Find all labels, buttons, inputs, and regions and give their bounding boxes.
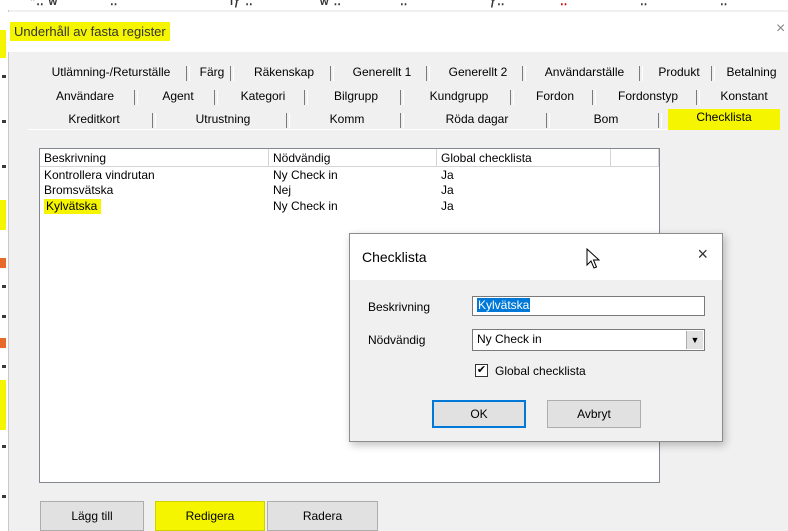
delete-button[interactable]: Radera [267,501,378,531]
highlighted-text: Kylvätska [44,199,102,214]
global-checklist-checkbox[interactable]: ✔ [475,364,488,377]
table-row[interactable]: Kontrollera vindrutan Ny Check in Ja [40,168,659,183]
tab-utlamning[interactable]: Utlämning-/Returställe [32,64,190,82]
table-row[interactable]: Bromsvätska Nej Ja [40,183,659,198]
tab-rakenskap[interactable]: Räkenskap [234,64,334,82]
description-label: Beskrivning [368,300,431,314]
tab-checklista[interactable]: Checklista [668,109,780,130]
tab-agent[interactable]: Agent [138,88,218,106]
edge-marker [2,165,6,168]
cell-global: Ja [441,168,454,182]
required-label: Nödvändig [368,333,426,347]
edge-marker [2,285,6,288]
tab-farg[interactable]: Färg [190,64,234,82]
column-header-nodvandig[interactable]: Nödvändig [269,149,437,167]
tab-anvandarstalle[interactable]: Användarställe [526,64,643,82]
edge-marker [0,258,6,268]
dialog-close-icon[interactable]: × [697,244,708,265]
tab-komm[interactable]: Komm [290,111,404,129]
checklista-dialog: Checklista × Beskrivning Kylvätska Nödvä… [349,233,723,442]
mouse-cursor-icon [586,248,600,269]
cell-nodvandig: Ny Check in [273,199,338,213]
tab-fordonstyp[interactable]: Fordonstyp [596,88,700,106]
tab-generellt-2[interactable]: Generellt 2 [430,64,526,82]
edge-marker [2,75,6,78]
tab-produkt[interactable]: Produkt [643,64,715,82]
tab-fordon[interactable]: Fordon [514,88,596,106]
description-input[interactable]: Kylvätska [472,296,705,316]
cell-nodvandig: Ny Check in [273,168,338,182]
edge-highlight [0,380,6,430]
cell-beskrivning: Kontrollera vindrutan [44,168,155,182]
edge-highlight [0,200,6,230]
window-close-icon[interactable]: × [776,20,785,38]
cell-nodvandig: Nej [273,183,292,197]
tab-bilgrupp[interactable]: Bilgrupp [308,88,404,106]
column-header-beskrivning[interactable]: Beskrivning [40,149,269,167]
required-select[interactable]: Ny Check in ▼ [472,329,705,351]
ok-button[interactable]: OK [432,400,526,428]
tab-utrustning[interactable]: Utrustning [156,111,290,129]
tab-kundgrupp[interactable]: Kundgrupp [404,88,514,106]
cancel-button[interactable]: Avbryt [547,400,641,428]
description-value: Kylvätska [477,298,531,312]
edge-marker [0,338,6,348]
required-selected-value: Ny Check in [477,332,542,346]
cell-beskrivning: Kylvätska [40,199,102,214]
add-button[interactable]: Lägg till [40,501,144,531]
edge-marker [2,315,6,318]
global-checklist-label[interactable]: Global checklista [495,364,586,378]
column-header-global-checklista[interactable]: Global checklista [437,149,611,167]
cell-global: Ja [441,199,454,213]
edge-highlight [0,30,6,58]
cell-beskrivning: Bromsvätska [44,183,114,197]
column-header-empty [611,149,659,167]
window-title: Underhåll av fasta register [10,22,170,41]
background-window-strip: "‥ w ‥ lƒ ‥ w ‥ ‥ ƒ‥ ‥ ‥ ‥ [0,0,788,10]
tab-konstant[interactable]: Konstant [700,88,788,106]
edge-marker [2,120,6,123]
tab-betalning[interactable]: Betalning [715,64,788,82]
tab-generellt-1[interactable]: Generellt 1 [334,64,430,82]
tab-bom[interactable]: Bom [550,111,662,129]
edge-marker [2,365,6,368]
edge-marker [2,495,6,498]
tab-roda-dagar[interactable]: Röda dagar [404,111,550,129]
cell-global: Ja [441,183,454,197]
tab-anvandare[interactable]: Användare [32,88,138,106]
background-window-edge [0,0,8,531]
table-row-selected[interactable]: Kylvätska Ny Check in Ja [40,199,659,214]
dropdown-arrow-icon[interactable]: ▼ [686,331,703,349]
edit-button[interactable]: Redigera [155,501,265,531]
tab-kategori[interactable]: Kategori [218,88,308,106]
edge-marker [2,445,6,448]
dialog-title: Checklista [362,249,427,265]
tab-kreditkort[interactable]: Kreditkort [32,111,156,129]
